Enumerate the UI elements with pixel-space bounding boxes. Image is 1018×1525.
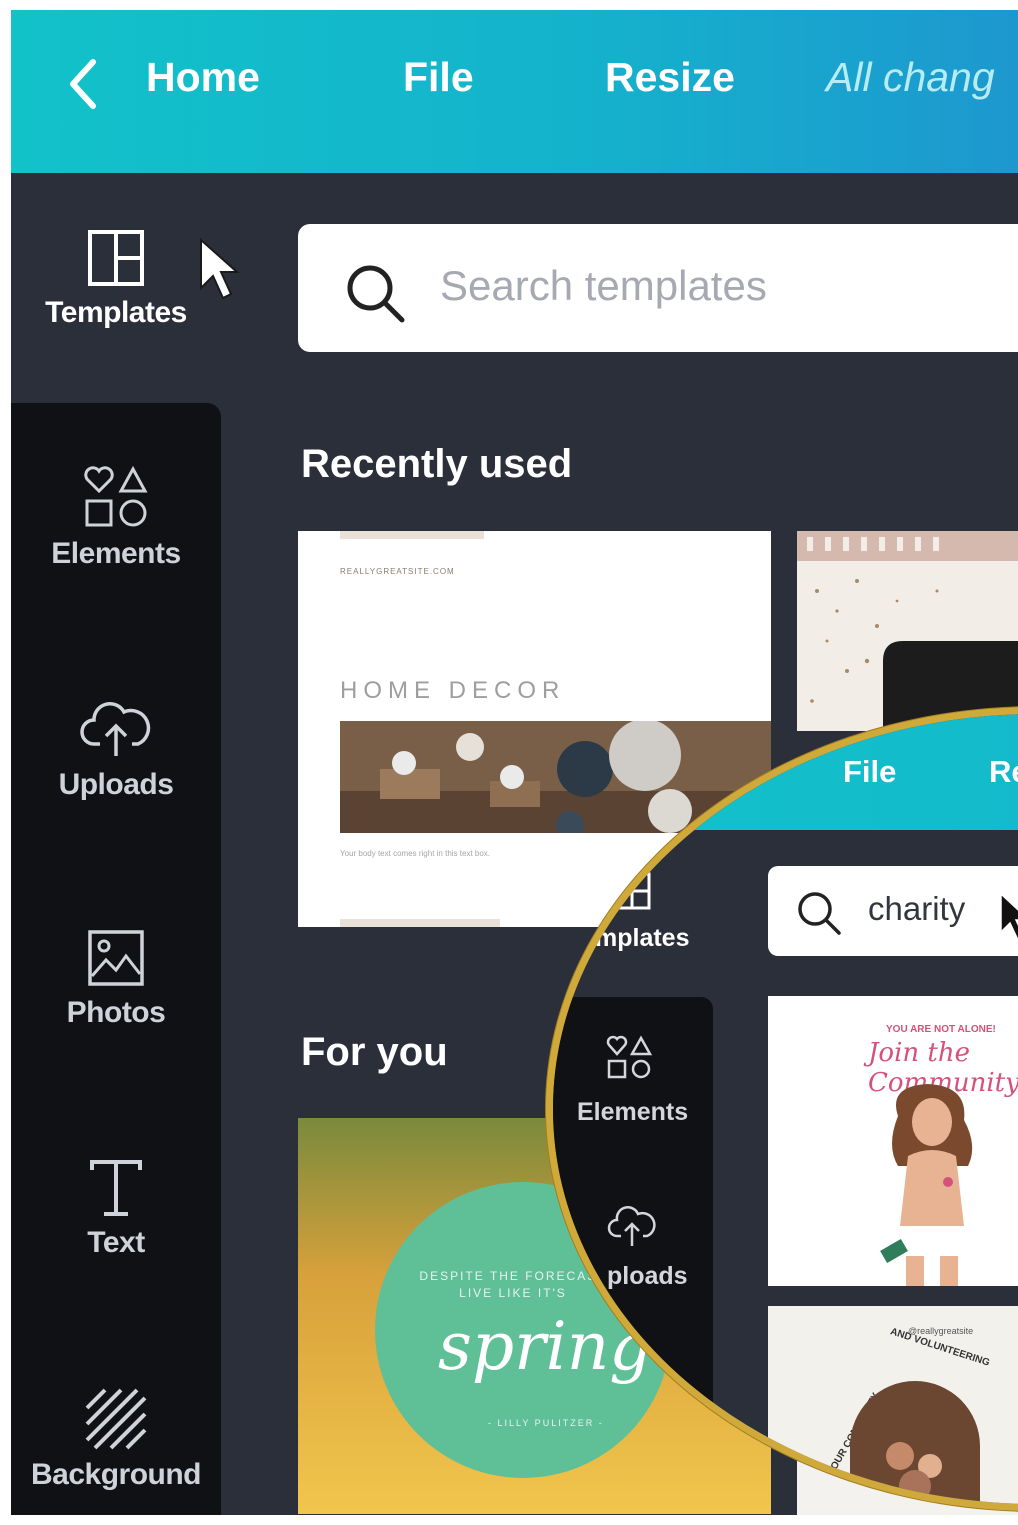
lens-sidebar-uploads[interactable]: ploads xyxy=(607,1262,688,1291)
templates-icon xyxy=(88,230,144,286)
save-status: All chang xyxy=(826,54,995,100)
sidebar-item-label: Text xyxy=(87,1226,145,1259)
search-placeholder: Search templates xyxy=(440,262,767,309)
template-body-text: Your body text comes right in this text … xyxy=(340,849,491,858)
template-site-text: REALLYGREATSITE.COM xyxy=(340,567,455,576)
glitter-artwork xyxy=(797,531,1018,731)
canva-editor: Home File Resize All chang Templates Ele… xyxy=(11,10,1018,1515)
sidebar-item-background[interactable]: Background xyxy=(11,1388,221,1492)
lens-top-bar xyxy=(553,714,1018,830)
templates-icon xyxy=(613,872,651,910)
decor-strip xyxy=(340,531,484,539)
sidebar-item-text[interactable]: Text xyxy=(11,1158,221,1260)
mouse-pointer-icon xyxy=(1000,892,1018,942)
lens-template-card-community[interactable]: YOU ARE NOT ALONE! Join the Community xyxy=(768,996,1018,1286)
elements-icon xyxy=(606,1035,653,1079)
sidebar-item-label: Background xyxy=(30,1458,202,1491)
sidebar-item-photos[interactable]: Photos xyxy=(11,928,221,1030)
search-templates-field[interactable]: Search templates xyxy=(298,224,1018,352)
template-card-glitter[interactable] xyxy=(797,531,1018,731)
template-title: HOME DECOR xyxy=(340,677,566,704)
lens-sidebar-templates[interactable]: mplates xyxy=(595,924,689,953)
search-icon xyxy=(347,265,405,323)
sidebar-item-elements[interactable]: Elements xyxy=(11,463,221,571)
hands-photo xyxy=(850,1381,980,1504)
mouse-pointer-icon xyxy=(200,238,240,300)
card-tagline: YOU ARE NOT ALONE! xyxy=(886,1024,996,1035)
home-link[interactable]: Home xyxy=(146,54,260,101)
sidebar-item-label: Photos xyxy=(66,996,166,1029)
woman-illustration xyxy=(880,1084,973,1286)
text-icon xyxy=(90,1160,142,1216)
file-menu[interactable]: File xyxy=(403,54,474,101)
sidebar-item-templates[interactable]: Templates xyxy=(11,228,221,330)
sidebar-item-uploads[interactable]: Uploads xyxy=(11,698,221,802)
upload-cloud-icon xyxy=(80,702,151,756)
lens-resize-menu[interactable]: Re xyxy=(989,754,1018,790)
elements-icon xyxy=(84,465,148,527)
magnifier-lens: File Re mplates Elements ploads xyxy=(546,707,1018,1511)
chevron-left-icon[interactable] xyxy=(63,56,103,112)
sidebar-item-label: Uploads xyxy=(58,768,174,801)
resize-menu[interactable]: Resize xyxy=(605,54,735,101)
sidebar-item-label: Elements xyxy=(51,537,181,570)
upload-cloud-icon xyxy=(607,1206,656,1246)
sidebar-item-label: Templates xyxy=(45,296,187,329)
lens-file-menu[interactable]: File xyxy=(843,754,896,790)
search-icon xyxy=(798,892,841,935)
sidebar: Templates Elements Uploads Photos Text B… xyxy=(11,173,221,1515)
photo-icon xyxy=(88,930,144,986)
lens-search-field[interactable]: charity xyxy=(768,866,1018,956)
recently-used-heading: Recently used xyxy=(301,442,573,486)
for-you-heading: For you xyxy=(301,1030,448,1074)
lens-template-card-volunteering[interactable]: @reallygreatsite AND VOLUNTEERING OUR CO… xyxy=(768,1306,1018,1504)
lens-search-value: charity xyxy=(868,890,966,927)
background-stripes-icon xyxy=(85,1388,147,1450)
lens-sidebar-elements[interactable]: Elements xyxy=(577,1098,688,1127)
top-bar: Home File Resize All chang xyxy=(11,10,1018,173)
decor-strip xyxy=(340,919,500,927)
